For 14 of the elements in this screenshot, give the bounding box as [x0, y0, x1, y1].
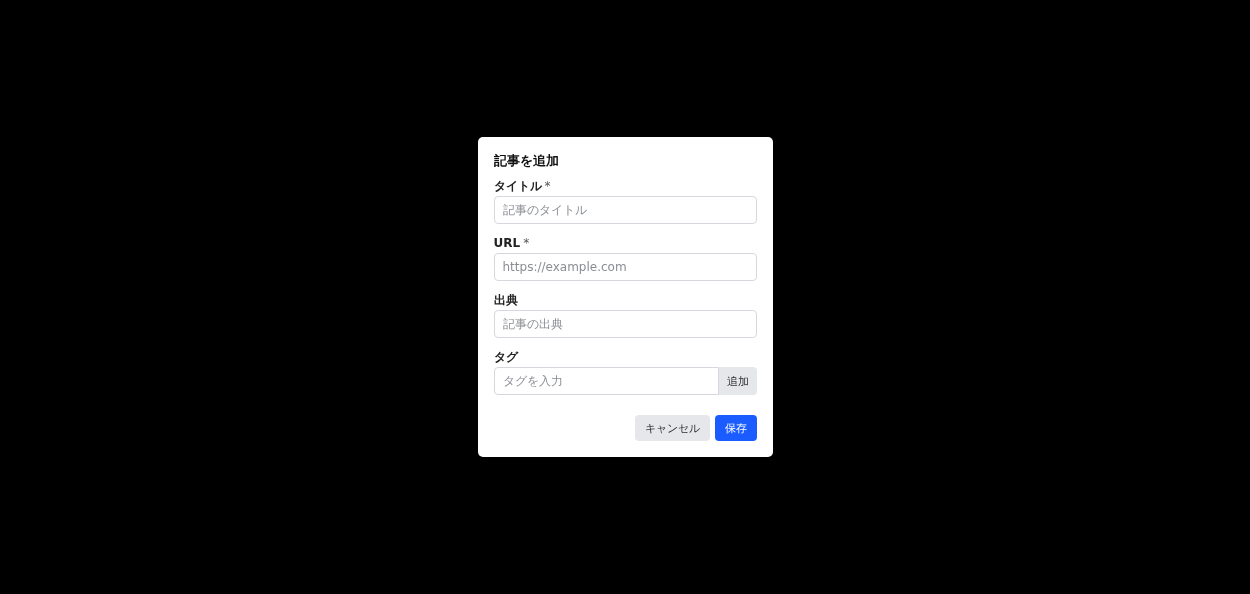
- field-label: タグ: [493, 350, 518, 364]
- field-label: URL: [493, 236, 521, 250]
- field-label: 出典: [493, 293, 518, 307]
- text-input-field[interactable]: https://example.com: [493, 253, 757, 281]
- cancel-button[interactable]: キャンセル: [634, 415, 710, 441]
- required-mark: *: [523, 236, 530, 250]
- tag-input-field[interactable]: タグを入力: [493, 367, 719, 395]
- add-button[interactable]: 追加: [718, 367, 757, 395]
- required-mark: *: [544, 179, 551, 193]
- text-input-field[interactable]: 記事のタイトル: [493, 196, 757, 224]
- text-input-field[interactable]: 記事の出典: [493, 310, 757, 338]
- field-label: タイトル: [493, 179, 542, 193]
- dialog-title: 記事を追加: [493, 153, 560, 169]
- save-button[interactable]: 保存: [714, 415, 757, 441]
